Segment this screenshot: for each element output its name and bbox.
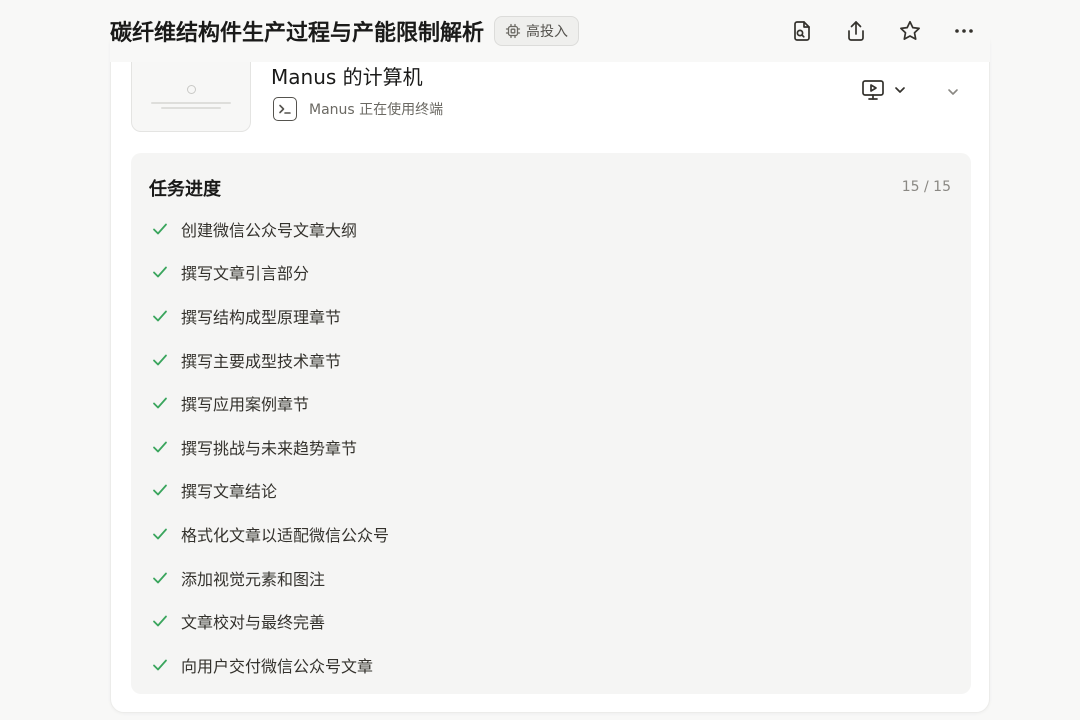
screen-view-button[interactable] xyxy=(861,79,907,101)
task-progress-panel: 任务进度 15 / 15 创建微信公众号文章大纲 撰写文章引言部分撰写结构成型原理… xyxy=(131,153,971,694)
file-search-icon xyxy=(794,21,810,41)
progress-count: 15 / 15 xyxy=(901,179,951,195)
task-item: 撰写结构成型原理章节 xyxy=(151,294,389,338)
share-icon xyxy=(848,21,864,41)
task-label: 添加视觉元素和图注 xyxy=(181,569,326,589)
check-icon xyxy=(153,310,167,322)
task-label: 撰写文章结论 xyxy=(181,482,278,502)
check-icon xyxy=(153,441,167,453)
computer-title: Manus 的计算机 xyxy=(271,65,423,89)
task-label: 格式化文章以适配微信公众号 xyxy=(181,525,390,545)
thumbnail-line xyxy=(161,107,221,109)
task-item: 撰写挑战与未来趋势章节 xyxy=(151,425,389,469)
check-icon xyxy=(153,659,167,671)
chevron-down-icon xyxy=(948,89,958,95)
check-icon xyxy=(153,266,167,278)
task-label: 撰写文章引言部分 xyxy=(181,264,310,284)
task-item: 创建微信公众号文章大纲 xyxy=(151,207,389,251)
favorite-button[interactable] xyxy=(894,15,926,47)
task-item: 向用户交付微信公众号文章 xyxy=(151,643,389,687)
chip-icon xyxy=(505,23,521,39)
task-item: 撰写文章引言部分 xyxy=(151,251,389,295)
more-button[interactable] xyxy=(948,15,980,47)
progress-title: 任务进度 xyxy=(149,179,221,200)
task-item: 撰写应用案例章节 xyxy=(151,381,389,425)
check-icon xyxy=(153,615,167,627)
task-list: 创建微信公众号文章大纲 撰写文章引言部分撰写结构成型原理章节 撰写主要成型技术章节撰… xyxy=(151,207,389,687)
check-icon xyxy=(153,528,167,540)
task-item: 格式化文章以适配微信公众号 xyxy=(151,512,389,556)
file-search-button[interactable] xyxy=(786,15,818,47)
computer-card: Manus 的计算机 Manus 正在使用终端 任务进度 15 / 15 创建微… xyxy=(110,30,990,713)
chevron-down-icon xyxy=(895,87,905,93)
high-investment-badge[interactable]: 高投入 xyxy=(494,16,580,46)
star-icon xyxy=(900,20,920,40)
badge-label: 高投入 xyxy=(526,24,569,40)
collapse-button[interactable] xyxy=(943,82,963,102)
chat-icon xyxy=(186,85,196,94)
task-item: 添加视觉元素和图注 xyxy=(151,556,389,600)
check-icon xyxy=(153,223,167,235)
header-actions xyxy=(786,15,990,47)
task-label: 撰写结构成型原理章节 xyxy=(181,307,342,327)
task-label: 创建微信公众号文章大纲 xyxy=(181,220,358,240)
task-label: 撰写挑战与未来趋势章节 xyxy=(181,438,358,458)
thumbnail-line xyxy=(151,102,231,104)
monitor-play-icon xyxy=(862,80,884,100)
check-icon xyxy=(153,572,167,583)
computer-status-text: Manus 正在使用终端 xyxy=(309,102,444,118)
terminal-icon xyxy=(273,97,297,121)
task-item: 撰写主要成型技术章节 xyxy=(151,338,389,382)
task-label: 文章校对与最终完善 xyxy=(181,613,326,633)
task-item: 撰写文章结论 xyxy=(151,469,389,513)
check-icon xyxy=(153,484,167,496)
page-title: 碳纤维结构件生产过程与产能限制解析 xyxy=(110,21,485,46)
task-label: 撰写主要成型技术章节 xyxy=(181,351,342,371)
task-label: 撰写应用案例章节 xyxy=(181,395,310,415)
task-item: 文章校对与最终完善 xyxy=(151,599,389,643)
page-header: 碳纤维结构件生产过程与产能限制解析 高投入 xyxy=(110,0,990,62)
task-label: 向用户交付微信公众号文章 xyxy=(181,656,374,676)
share-button[interactable] xyxy=(840,15,872,47)
more-icon xyxy=(955,29,973,33)
check-icon xyxy=(153,397,167,409)
check-icon xyxy=(153,354,167,365)
computer-status: Manus 正在使用终端 xyxy=(273,97,443,121)
